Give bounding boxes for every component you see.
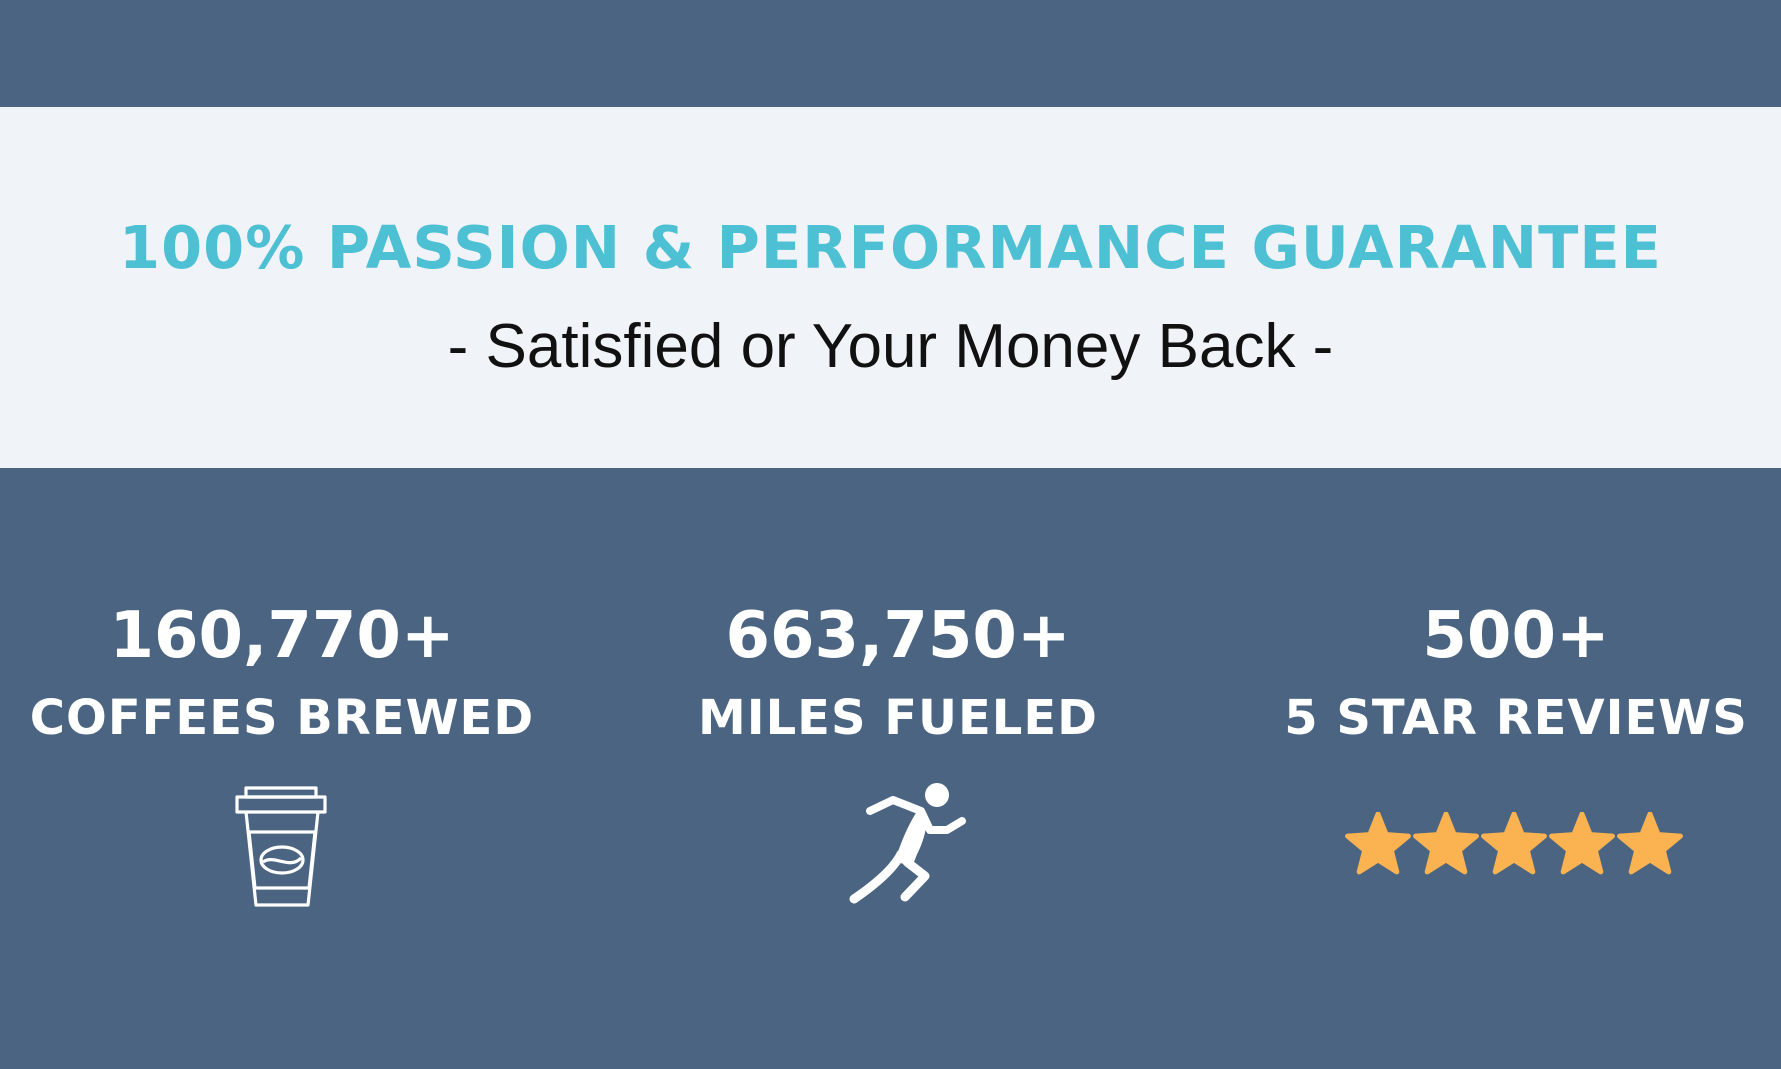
rating-stars <box>1345 812 1683 875</box>
stat-miles: 663,750+ MILES FUELED <box>598 596 1198 750</box>
star-icon <box>1345 812 1411 875</box>
stat-coffees: 160,770+ COFFEES BREWED <box>0 596 582 750</box>
star-icon <box>1413 812 1479 875</box>
star-icon <box>1617 812 1683 875</box>
stat-label: 5 STAR REVIEWS <box>1284 690 1748 746</box>
stat-value: 500+ <box>1422 599 1610 673</box>
stat-label: MILES FUELED <box>697 690 1099 746</box>
guarantee-subtitle: - Satisfied or Your Money Back - <box>447 312 1334 381</box>
star-icon <box>1481 812 1547 875</box>
guarantee-title: 100% PASSION & PERFORMANCE GUARANTEE <box>119 213 1662 282</box>
stat-value: 160,770+ <box>109 599 455 673</box>
runner-icon <box>849 783 966 904</box>
stat-reviews: 500+ 5 STAR REVIEWS <box>1216 596 1781 750</box>
guarantee-band <box>0 107 1781 468</box>
stat-value: 663,750+ <box>725 599 1071 673</box>
star-icon <box>1549 812 1615 875</box>
stat-label: COFFEES BREWED <box>29 690 535 746</box>
coffee-cup-icon <box>235 786 327 907</box>
